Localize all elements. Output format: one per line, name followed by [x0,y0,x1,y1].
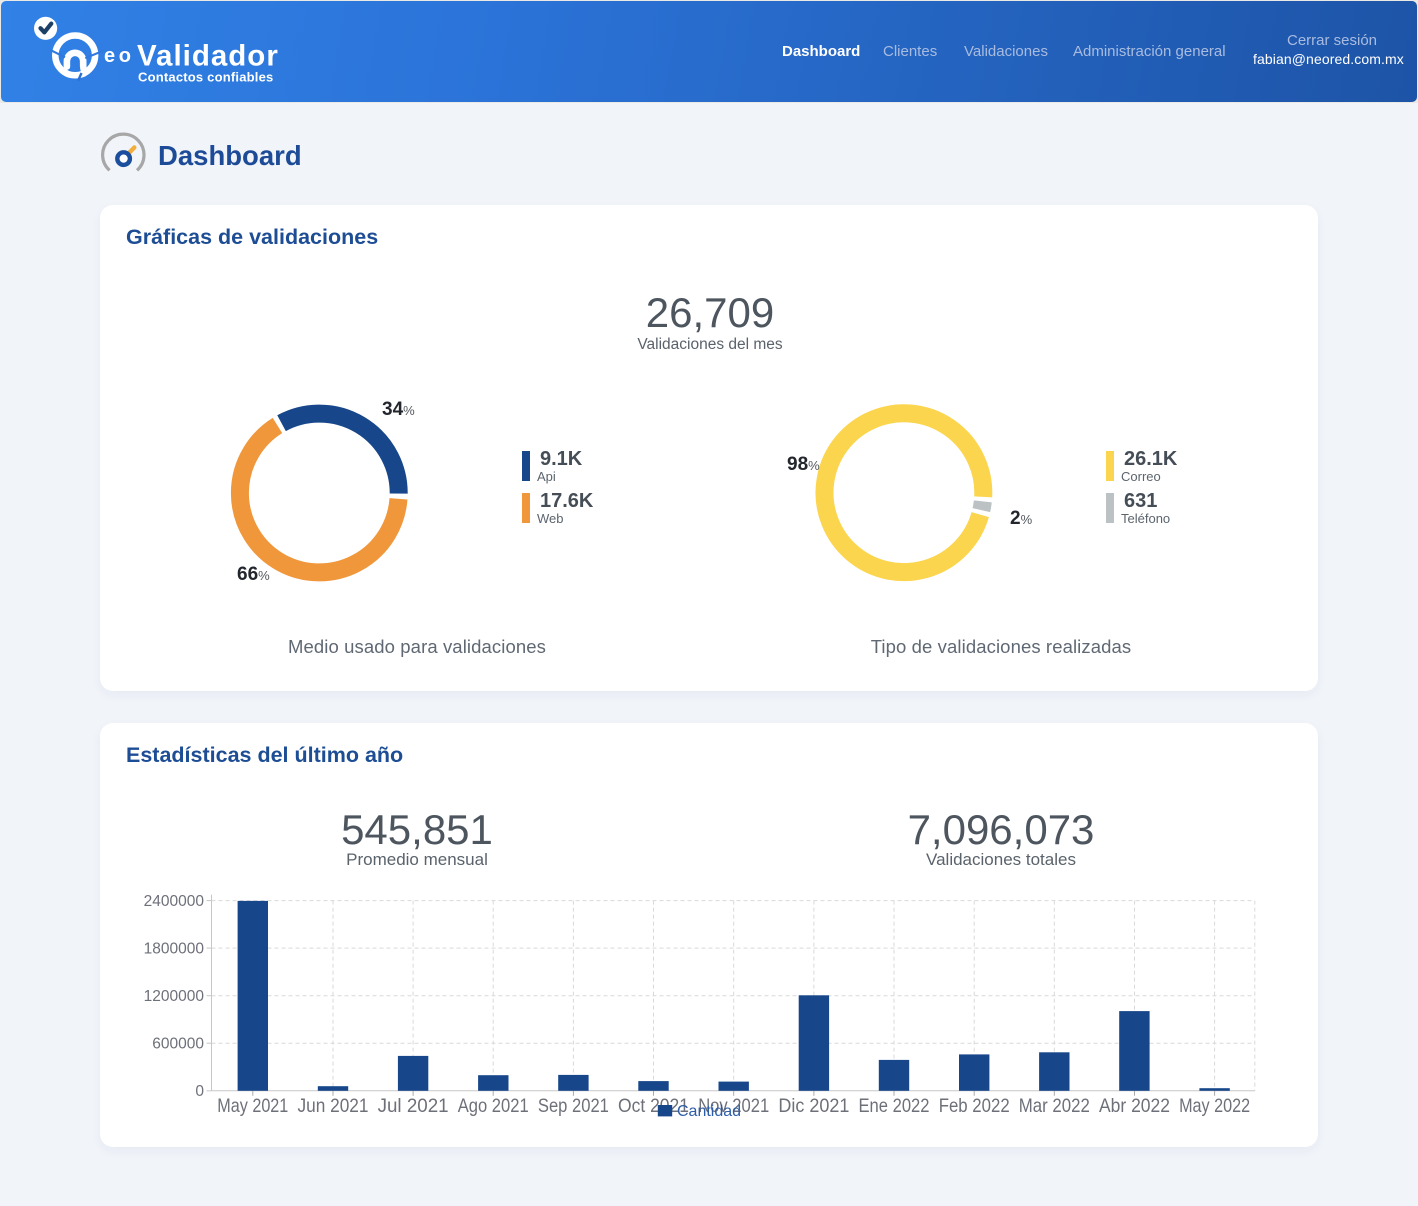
svg-text:Ene 2022: Ene 2022 [859,1095,930,1117]
svg-text:Feb 2022: Feb 2022 [939,1095,1010,1117]
svg-text:Abr 2022: Abr 2022 [1099,1095,1170,1117]
svg-text:Jun 2021: Jun 2021 [298,1095,369,1117]
svg-text:1200000: 1200000 [144,988,205,1005]
svg-text:May 2021: May 2021 [217,1095,288,1117]
svg-text:2400000: 2400000 [144,893,205,910]
svg-text:Sep 2021: Sep 2021 [538,1095,609,1117]
svg-text:1800000: 1800000 [144,941,205,958]
svg-text:Cantidad: Cantidad [677,1103,741,1120]
svg-text:Mar 2022: Mar 2022 [1019,1095,1090,1117]
svg-text:Ago 2021: Ago 2021 [458,1095,529,1117]
svg-text:0: 0 [195,1083,204,1100]
svg-text:Dic 2021: Dic 2021 [778,1095,849,1117]
svg-text:May 2022: May 2022 [1179,1095,1250,1117]
svg-text:Jul 2021: Jul 2021 [378,1095,449,1117]
svg-text:600000: 600000 [152,1036,204,1053]
